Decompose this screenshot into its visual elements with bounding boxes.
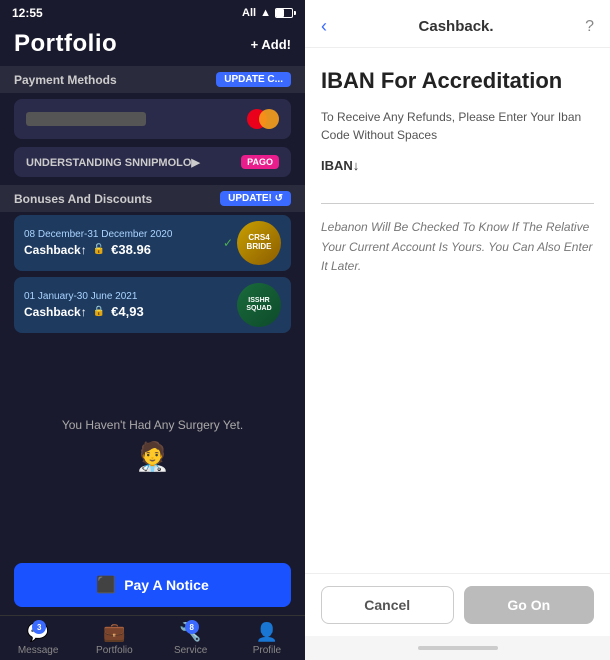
payment-methods-header: Payment Methods UPDATE C... bbox=[0, 66, 305, 93]
cashback-date-1: 08 December-31 December 2020 bbox=[24, 229, 172, 240]
bottom-nav: 3 💬 Message 💼 Portfolio 8 🔧 Service 👤 Pr… bbox=[0, 615, 305, 660]
right-header: ‹ Cashback. ? bbox=[305, 0, 610, 48]
cashback-left-1: 08 December-31 December 2020 Cashback↑ 🔓… bbox=[24, 229, 172, 257]
isshr-badge: ISSHRSQUAD bbox=[237, 283, 281, 327]
isshr-text: ISSHRSQUAD bbox=[246, 297, 271, 314]
person-icon: 🧑‍⚕️ bbox=[135, 440, 170, 473]
battery-icon bbox=[275, 8, 293, 18]
cashback-amount-1: €38.96 bbox=[111, 242, 151, 257]
portfolio-icon: 💼 bbox=[103, 622, 125, 643]
iban-field-group: IBAN↓ bbox=[321, 158, 594, 204]
bonuses-header: Bonuses And Discounts UPDATE! ↺ bbox=[0, 185, 305, 212]
status-bar: 12:55 All ▲ bbox=[0, 0, 305, 26]
cashback-label-row-2: Cashback↑ 🔒 €4,93 bbox=[24, 304, 144, 319]
update-payment-button[interactable]: UPDATE C... bbox=[216, 72, 291, 87]
go-on-button[interactable]: Go On bbox=[464, 586, 595, 624]
left-panel: 12:55 All ▲ Portfolio + Add! Payment Met… bbox=[0, 0, 305, 660]
cashback-left-2: 01 January-30 June 2021 Cashback↑ 🔒 €4,9… bbox=[24, 291, 144, 319]
nav-item-profile[interactable]: 👤 Profile bbox=[229, 622, 305, 656]
cashback-label-1: Cashback↑ bbox=[24, 243, 87, 257]
lock-icon-1: 🔓 bbox=[93, 244, 105, 255]
service-badge: 8 bbox=[185, 620, 199, 634]
pago-row: UNDERSTANDING SNNIPMOLO▶ PAGO bbox=[14, 147, 291, 177]
bottom-line bbox=[418, 646, 498, 650]
right-content: IBAN For Accreditation To Receive Any Re… bbox=[305, 48, 610, 573]
iban-note: Lebanon Will Be Checked To Know If The R… bbox=[321, 218, 594, 276]
message-label: Message bbox=[18, 645, 59, 656]
cashback-row-2: 01 January-30 June 2021 Cashback↑ 🔒 €4,9… bbox=[14, 277, 291, 333]
right-title: Cashback. bbox=[419, 18, 494, 35]
pay-notice-button[interactable]: ⬛ Pay A Notice bbox=[14, 563, 291, 607]
mc-orange-circle bbox=[259, 109, 279, 129]
iban-main-title: IBAN For Accreditation bbox=[321, 68, 594, 94]
profile-label: Profile bbox=[253, 645, 281, 656]
back-button[interactable]: ‹ bbox=[321, 16, 327, 37]
network-text: All bbox=[242, 7, 256, 19]
right-panel: ‹ Cashback. ? IBAN For Accreditation To … bbox=[305, 0, 610, 660]
nav-item-portfolio[interactable]: 💼 Portfolio bbox=[76, 622, 152, 656]
cashback-label-2: Cashback↑ bbox=[24, 305, 87, 319]
bonuses-label: Bonuses And Discounts bbox=[14, 192, 152, 206]
pago-text: UNDERSTANDING SNNIPMOLO▶ bbox=[26, 156, 200, 169]
profile-icon: 👤 bbox=[256, 622, 278, 643]
crs4-badge: CRS4BRIDE bbox=[237, 221, 281, 265]
iban-input[interactable] bbox=[321, 175, 594, 204]
lock-icon-2: 🔒 bbox=[93, 306, 105, 317]
help-button[interactable]: ? bbox=[585, 18, 594, 36]
pay-notice-label: Pay A Notice bbox=[124, 577, 209, 593]
wifi-icon: ▲ bbox=[260, 7, 271, 19]
service-label: Service bbox=[174, 645, 207, 656]
portfolio-header: Portfolio + Add! bbox=[0, 26, 305, 66]
update-bonuses-button[interactable]: UPDATE! ↺ bbox=[220, 191, 291, 206]
right-footer: Cancel Go On bbox=[305, 573, 610, 636]
nav-item-service[interactable]: 8 🔧 Service bbox=[153, 622, 229, 656]
iban-subtitle: To Receive Any Refunds, Please Enter You… bbox=[321, 108, 594, 144]
portfolio-label: Portfolio bbox=[96, 645, 133, 656]
right-bottom-bar bbox=[305, 636, 610, 660]
nav-item-message[interactable]: 3 💬 Message bbox=[0, 622, 76, 656]
iban-input-label: IBAN↓ bbox=[321, 158, 594, 173]
status-icons: All ▲ bbox=[242, 7, 293, 19]
crs4-text: CRS4BRIDE bbox=[247, 234, 272, 252]
cancel-button[interactable]: Cancel bbox=[321, 586, 454, 624]
qr-icon: ⬛ bbox=[96, 575, 116, 595]
portfolio-title: Portfolio bbox=[14, 30, 117, 58]
add-button[interactable]: + Add! bbox=[251, 37, 291, 52]
cashback-amount-2: €4,93 bbox=[111, 304, 144, 319]
pago-badge: PAGO bbox=[241, 155, 279, 169]
time: 12:55 bbox=[12, 6, 43, 20]
checkmark-icon-1: ✓ bbox=[223, 236, 233, 250]
no-surgery-area: You Haven't Had Any Surgery Yet. 🧑‍⚕️ bbox=[0, 336, 305, 555]
card-number-mask bbox=[26, 112, 146, 126]
card-area bbox=[14, 99, 291, 139]
cashback-date-2: 01 January-30 June 2021 bbox=[24, 291, 144, 302]
no-surgery-text: You Haven't Had Any Surgery Yet. bbox=[62, 418, 243, 432]
cashback-row-1: 08 December-31 December 2020 Cashback↑ 🔓… bbox=[14, 215, 291, 271]
cashback-label-row-1: Cashback↑ 🔓 €38.96 bbox=[24, 242, 172, 257]
mastercard-icon bbox=[247, 109, 279, 129]
payment-methods-label: Payment Methods bbox=[14, 73, 117, 87]
